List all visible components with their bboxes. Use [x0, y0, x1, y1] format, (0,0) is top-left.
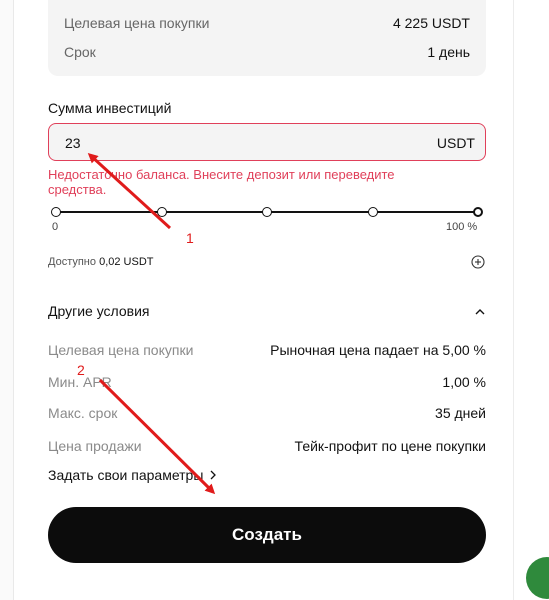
slider-min-label: 0: [52, 221, 59, 233]
other-conditions-title: Другие условия: [48, 303, 150, 319]
investment-amount-input[interactable]: 23 USDT: [48, 123, 486, 161]
plus-circle-icon[interactable]: [471, 255, 485, 269]
summary-row-term: Срок 1 день: [64, 44, 470, 60]
condition-row-sell-price: Цена продажи Тейк-профит по цене покупки: [48, 438, 486, 454]
left-panel-edge: [0, 0, 14, 600]
summary-label: Целевая цена покупки: [64, 15, 210, 31]
condition-row-min-apr: Мин. APR 1,00 %: [48, 374, 486, 390]
condition-label: Целевая цена покупки: [48, 342, 194, 358]
slider-mark-75[interactable]: [368, 207, 378, 217]
condition-value: 35 дней: [435, 405, 486, 421]
condition-value: Тейк-профит по цене покупки: [294, 438, 486, 454]
summary-value: 4 225 USDT: [392, 15, 470, 31]
summary-value: 1 день: [427, 44, 470, 60]
condition-label: Цена продажи: [48, 438, 142, 454]
custom-params-link[interactable]: Задать свои параметры: [48, 467, 217, 483]
annotation-number-2: 2: [77, 362, 85, 378]
condition-label: Макс. срок: [48, 405, 118, 421]
condition-value: Рыночная цена падает на 5,00 %: [270, 342, 486, 358]
summary-label: Срок: [64, 44, 96, 60]
order-summary-card: Целевая цена покупки 4 225 USDT Срок 1 д…: [48, 0, 486, 76]
available-balance: Доступно 0,02 USDT: [48, 256, 154, 268]
investment-currency: USDT: [436, 135, 475, 151]
available-value: 0,02 USDT: [99, 256, 154, 268]
condition-value: 1,00 %: [442, 374, 486, 390]
slider-mark-50[interactable]: [262, 207, 272, 217]
create-button[interactable]: Создать: [48, 507, 486, 563]
right-panel-edge: [513, 0, 549, 600]
condition-row-max-term: Макс. срок 35 дней: [48, 405, 486, 421]
annotation-number-1: 1: [186, 230, 194, 246]
summary-row-target-price: Целевая цена покупки 4 225 USDT: [64, 15, 470, 31]
slider-mark-100[interactable]: [473, 207, 483, 217]
slider-mark-25[interactable]: [157, 207, 167, 217]
slider-max-label: 100 %: [446, 221, 478, 233]
custom-params-label[interactable]: Задать свои параметры: [48, 467, 203, 483]
other-conditions-toggle[interactable]: Другие условия: [48, 303, 486, 319]
insufficient-balance-error: Недостаточно баланса. Внесите депозит ил…: [48, 167, 395, 197]
chevron-up-icon[interactable]: [474, 306, 486, 318]
condition-row-target-price: Целевая цена покупки Рыночная цена падае…: [48, 342, 486, 358]
investment-amount-label: Сумма инвестиций: [48, 100, 172, 116]
chevron-right-icon[interactable]: [209, 469, 217, 481]
available-label: Доступно: [48, 256, 97, 268]
slider-mark-0[interactable]: [51, 207, 61, 217]
investment-amount-value[interactable]: 23: [65, 135, 81, 151]
